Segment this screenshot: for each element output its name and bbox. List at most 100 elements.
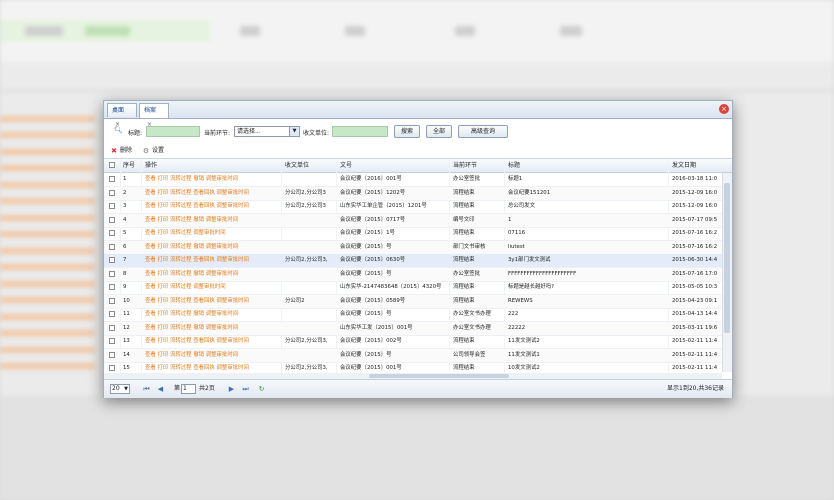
last-page-icon[interactable]: ⏭ <box>241 384 250 394</box>
cell-ops[interactable]: 查看 打印 流转过程 调整审批时间 <box>145 281 281 294</box>
table-row[interactable]: 11 查看 打印 流转过程 撤销 调整审批时间 会议纪要〔2015〕号 办公室文书办理… <box>104 308 722 322</box>
table-row[interactable]: 9 查看 打印 流转过程 调整审批时间 山东实华-2147483648〔2015〕4… <box>104 281 722 295</box>
table-row[interactable]: 8 查看 打印 流转过程 撤销 调整审批时间 会议纪要〔2015〕号 办公室签批 FFF… <box>104 267 722 282</box>
next-page-icon[interactable]: ▶ <box>227 384 236 394</box>
table-row[interactable]: 10 查看 打印 流转过程 查看回执 调整审批时间 分公司2 会议纪要〔2015〕05… <box>104 294 722 309</box>
cell-step: 办公室文书办理 <box>453 311 491 317</box>
advanced-search-button[interactable]: 高级查询 <box>458 125 508 138</box>
refresh-icon[interactable]: ↻ <box>257 384 266 394</box>
row-checkbox[interactable] <box>109 351 115 358</box>
cell-unit: 分公司2,分公司3, <box>285 257 328 263</box>
cell-date: 2016-03-18 11:0 <box>672 176 718 182</box>
row-checkbox[interactable] <box>109 176 115 182</box>
row-checkbox[interactable] <box>109 243 115 250</box>
row-checkbox[interactable] <box>109 311 115 317</box>
table-row[interactable]: 5 查看 打印 流转过程 调整审批时间 会议纪要〔2015〕1号 流程结束 07116 2… <box>104 227 722 241</box>
cell-step: 流程结束 <box>453 284 475 290</box>
cell-title: 11发文测试1 <box>508 351 540 358</box>
delete-button[interactable]: ✖ 删除 <box>110 146 132 155</box>
page-prefix: 第 <box>174 385 181 392</box>
row-checkbox[interactable] <box>109 216 115 223</box>
page-size-chevron-icon: ▼ <box>124 386 128 392</box>
cell-date: 2015-07-17 09:5 <box>672 216 718 223</box>
cell-ops[interactable]: 查看 打印 流转过程 撤销 调整审批时间 <box>145 349 281 362</box>
cell-step: 流程结束 <box>453 230 475 236</box>
cell-title: 22222 <box>508 324 526 331</box>
table-row[interactable]: 13 查看 打印 流转过程 查看回执 调整审批时间 分公司2,分公司3, 会议纪要〔2… <box>104 335 722 349</box>
vertical-scrollbar[interactable] <box>722 173 732 372</box>
cell-title: 3y1部门发文测试 <box>508 257 551 263</box>
cell-unit <box>285 173 336 186</box>
cell-ops[interactable]: 查看 打印 流转过程 撤销 调整审批时间 <box>145 322 281 335</box>
cell-ops[interactable]: 查看 打印 流转过程 查看回执 调整审批时间 <box>145 295 281 308</box>
cell-title: FFFFFFFFFFFFFFFFFFFFFF <box>508 270 577 277</box>
step-select[interactable]: 请选择... ▼ <box>234 126 300 137</box>
first-page-icon[interactable]: ⏮ <box>142 384 151 394</box>
cell-ops[interactable]: 查看 打印 流转过程 查看回执 调整审批时间 <box>145 335 281 348</box>
row-checkbox[interactable] <box>109 284 115 290</box>
page-total: 共2页 <box>199 385 215 392</box>
col-date[interactable]: 发文日期 <box>672 159 696 172</box>
row-checkbox[interactable] <box>109 365 115 371</box>
table-row[interactable]: 3 查看 打印 流转过程 查看回执 调整审批时间 分公司2,分公司3 山东实华工单企管… <box>104 200 722 214</box>
cell-date: 2015-06-30 14:4 <box>672 257 718 263</box>
cell-date: 2015-07-16 17:0 <box>672 270 718 277</box>
row-checkbox[interactable] <box>109 257 115 263</box>
col-title[interactable]: 标题 <box>508 159 520 172</box>
row-checkbox[interactable] <box>109 230 115 236</box>
row-checkbox[interactable] <box>109 203 115 209</box>
cell-ops[interactable]: 查看 打印 流转过程 撤销 调整审批时间 <box>145 268 281 281</box>
col-step[interactable]: 当前环节 <box>453 159 477 172</box>
cell-ops[interactable]: 查看 打印 流转过程 查看回执 调整审批时间 <box>145 187 281 200</box>
page-number-input[interactable]: 1 <box>181 384 196 394</box>
title-label: 标题: <box>128 130 143 137</box>
table-row[interactable]: 4 查看 打印 流转过程 撤销 调整审批时间 会议纪要〔2015〕0717号 编号文印… <box>104 213 722 228</box>
cell-unit: 分公司2,分公司3, <box>285 338 328 344</box>
row-checkbox[interactable] <box>109 270 115 277</box>
cell-docno: 会议纪要〔2015〕号 <box>340 311 392 317</box>
table-row[interactable]: 1 查看 打印 流转过程 撤销 调整审批时间 会议纪要〔2016〕001号 办公室签批… <box>104 173 722 187</box>
chevron-down-icon[interactable]: ▼ <box>289 127 299 136</box>
cell-docno: 会议纪要〔2015〕号 <box>340 270 392 277</box>
table-row[interactable]: 6 查看 打印 流转过程 撤销 调整审批时间 会议纪要〔2015〕号 部门文书审核 li… <box>104 240 722 255</box>
col-ops[interactable]: 操作 <box>145 159 157 172</box>
row-checkbox[interactable] <box>109 297 115 304</box>
cell-docno: 会议纪要〔2015〕0630号 <box>340 257 406 263</box>
all-button[interactable]: 全部 <box>426 125 452 138</box>
cell-docno: 会议纪要〔2015〕1号 <box>340 230 395 236</box>
table-row[interactable]: 7 查看 打印 流转过程 查看回执 调整审批时间 分公司2,分公司3, 会议纪要〔20… <box>104 254 722 268</box>
cell-ops[interactable]: 查看 打印 流转过程 撤销 调整审批时间 <box>145 173 281 186</box>
select-all-checkbox[interactable] <box>109 162 115 168</box>
prev-page-icon[interactable]: ◀ <box>156 384 165 394</box>
cell-unit <box>285 308 336 321</box>
search-button[interactable]: 搜索 <box>394 125 420 138</box>
cell-ops[interactable]: 查看 打印 流转过程 撤销 调整审批时间 <box>145 308 281 321</box>
row-checkbox[interactable] <box>109 189 115 196</box>
cell-ops[interactable]: 查看 打印 流转过程 撤销 调整审批时间 <box>145 214 281 227</box>
cell-ops[interactable]: 查看 打印 流转过程 查看回执 调整审批时间 <box>145 254 281 267</box>
archive-grid: 序号 操作 收文单位 文号 当前环节 标题 发文日期 1 查看 打印 流转过程 撤… <box>104 158 732 374</box>
page-size-select[interactable]: 20 ▼ <box>110 384 130 394</box>
cell-ops[interactable]: 查看 打印 流转过程 调整审批时间 <box>145 227 281 240</box>
title-input[interactable] <box>146 126 200 137</box>
settings-button[interactable]: ⚙ 设置 <box>142 146 164 155</box>
gear-icon: ⚙ <box>142 147 150 155</box>
tab-desktop[interactable]: 桌面× <box>107 103 137 128</box>
cell-ops[interactable]: 查看 打印 流转过程 撤销 调整审批时间 <box>145 241 281 254</box>
window-close-icon[interactable]: × <box>719 104 729 114</box>
col-docno[interactable]: 文号 <box>340 159 352 172</box>
col-no[interactable]: 序号 <box>123 159 135 172</box>
cell-no: 5 <box>123 230 127 236</box>
table-row[interactable]: 14 查看 打印 流转过程 撤销 调整审批时间 会议纪要〔2015〕号 公司领导会签 1… <box>104 348 722 363</box>
cell-step: 公司领导会签 <box>453 351 486 358</box>
cell-step: 部门文书审核 <box>453 243 486 250</box>
table-row[interactable]: 12 查看 打印 流转过程 撤销 调整审批时间 山东实华工发〔2015〕001号 办公… <box>104 321 722 336</box>
row-checkbox[interactable] <box>109 338 115 344</box>
table-row[interactable]: 2 查看 打印 流转过程 查看回执 调整审批时间 分公司2,分公司3 会议纪要〔201… <box>104 186 722 201</box>
tab-archive[interactable]: 档案× <box>139 103 169 128</box>
unit-input[interactable] <box>332 126 388 137</box>
cell-ops[interactable]: 查看 打印 流转过程 查看回执 调整审批时间 <box>145 200 281 213</box>
row-checkbox[interactable] <box>109 324 115 331</box>
col-unit[interactable]: 收文单位 <box>285 159 309 172</box>
cell-no: 6 <box>123 243 127 250</box>
